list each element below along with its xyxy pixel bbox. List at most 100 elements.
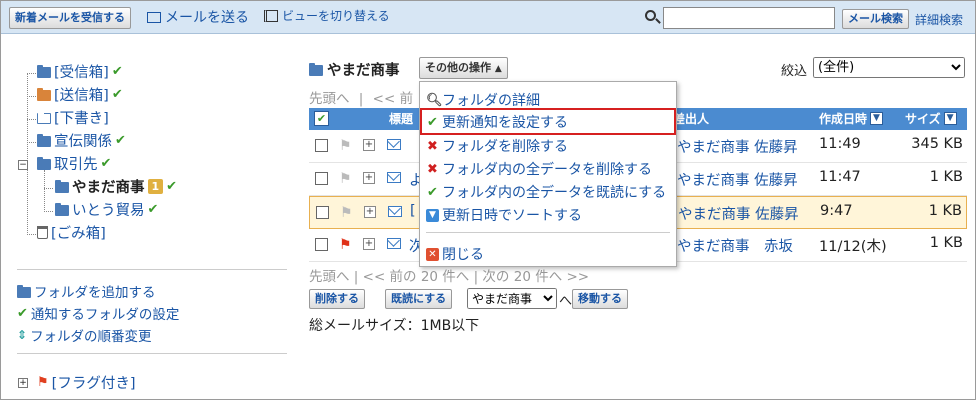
delete-button[interactable]: 削除する <box>309 289 365 309</box>
row-checkbox[interactable] <box>315 172 328 185</box>
folder-label: [受信箱] <box>54 65 109 81</box>
folder-icon <box>17 284 31 298</box>
menu-item-label: フォルダの詳細 <box>442 93 540 109</box>
date-cell: 11:47 <box>819 169 861 185</box>
menu-item-sort-by-date[interactable]: ▼ 更新日時でソートする <box>426 205 582 225</box>
menu-item-folder-details[interactable]: 🔍︎ フォルダの詳細 <box>426 90 540 110</box>
filter-label: 絞込 <box>781 64 808 79</box>
sender-cell[interactable]: やまだ商事 佐藤昇 <box>677 136 798 157</box>
expand-icon[interactable]: + <box>363 139 375 151</box>
folder-label: [送信箱] <box>54 88 109 104</box>
pager-first[interactable]: 先頭へ <box>309 91 350 107</box>
expand-icon[interactable]: + <box>363 238 375 250</box>
envelope-icon <box>387 139 401 150</box>
menu-item-label: 閉じる <box>442 247 484 263</box>
switch-view-link[interactable]: ビューを切り替える <box>264 7 390 24</box>
row-checkbox[interactable] <box>315 238 328 251</box>
sidebar-item-advertising[interactable]: 宣伝関係 ✔ <box>37 130 126 151</box>
size-cell: 1 KB <box>929 169 963 185</box>
menu-item-delete-all[interactable]: ✖ フォルダ内の全データを削除する <box>426 159 652 179</box>
menu-item-update-notify[interactable]: ✔ 更新通知を設定する <box>426 112 568 132</box>
menu-item-label: 更新通知を設定する <box>442 115 568 131</box>
col-sender[interactable]: 差出人 <box>673 110 709 127</box>
sidebar-item-inbox[interactable]: [受信箱] ✔ <box>37 61 123 82</box>
move-button[interactable]: 移動する <box>572 289 628 309</box>
flag-icon[interactable]: ⚑ <box>339 171 353 187</box>
col-subject[interactable]: 標題 <box>389 110 413 127</box>
check-icon: ✔ <box>427 184 438 200</box>
menu-item-mark-all-read[interactable]: ✔ フォルダ内の全データを既読にする <box>426 182 666 202</box>
sidebar-item-sent[interactable]: [送信箱] ✔ <box>37 84 123 105</box>
add-folder-link[interactable]: フォルダを追加する <box>17 281 156 301</box>
expand-toggle[interactable]: + <box>18 378 28 388</box>
check-icon: ✔ <box>111 87 123 102</box>
sidebar-item-yamada[interactable]: やまだ商事 1 ✔ <box>55 176 177 197</box>
close-icon: ✕ <box>426 247 439 261</box>
sidebar-item-drafts[interactable]: [下書き] <box>37 107 109 128</box>
col-size[interactable]: サイズ ▼ <box>905 110 957 127</box>
move-target-select[interactable]: やまだ商事 <box>467 288 557 309</box>
folder-icon <box>309 63 323 76</box>
size-cell: 1 KB <box>928 203 962 219</box>
menu-item-label: フォルダ内の全データを削除する <box>442 162 652 178</box>
menu-item-close[interactable]: ✕ 閉じる <box>426 244 484 264</box>
divider <box>17 269 287 270</box>
envelope-icon <box>147 11 161 23</box>
other-ops-button[interactable]: その他の操作 ▲ <box>419 57 508 79</box>
pager-bottom[interactable]: 先頭へ | << 前の 20 件へ | 次の 20 件へ >> <box>309 265 589 285</box>
advanced-search-link[interactable]: 詳細検索 <box>915 11 963 28</box>
trash-icon <box>37 226 48 239</box>
receive-mail-button[interactable]: 新着メールを受信する <box>9 7 131 29</box>
total-size: 総メールサイズ：1MB以下 <box>309 318 480 334</box>
menu-item-delete-folder[interactable]: ✖ フォルダを削除する <box>426 136 568 156</box>
move-to-label: へ <box>559 294 573 309</box>
flag-icon[interactable]: ⚑ <box>340 205 354 221</box>
menu-item-label: フォルダ内の全データを既読にする <box>442 185 667 201</box>
row-checkbox[interactable] <box>315 139 328 152</box>
collapse-toggle[interactable]: − <box>18 160 28 170</box>
check-icon: ✔ <box>115 133 126 148</box>
send-mail-link[interactable]: メールを送る <box>147 7 249 27</box>
notify-settings-link[interactable]: ✔ 通知するフォルダの設定 <box>17 303 180 324</box>
check-icon: ✔ <box>427 114 438 130</box>
columns-icon <box>264 9 278 22</box>
pager-prev[interactable]: << 前 <box>373 91 413 107</box>
reorder-label: フォルダの順番変更 <box>30 329 152 345</box>
sidebar-item-ito[interactable]: いとう貿易 ✔ <box>55 199 158 220</box>
sidebar-item-trash[interactable]: [ごみ箱] <box>37 222 106 243</box>
page-title: やまだ商事 <box>309 59 400 80</box>
expand-icon[interactable]: + <box>363 172 375 184</box>
select-all-checkbox[interactable]: ✔ <box>314 111 329 126</box>
sidebar-item-clients[interactable]: 取引先 ✔ <box>37 153 111 174</box>
reorder-folders-link[interactable]: ⇕ フォルダの順番変更 <box>17 325 152 345</box>
sender-cell[interactable]: やまだ商事 佐藤昇 <box>677 169 798 190</box>
sidebar-item-flagged[interactable]: ⚑ [フラグ付き] <box>37 372 135 393</box>
search-icon-handle <box>655 18 661 24</box>
mark-read-button[interactable]: 既読にする <box>385 289 453 309</box>
mail-window: 新着メールを受信する メールを送る ビューを切り替える メール検索 詳細検索 [… <box>0 0 976 400</box>
expand-icon[interactable]: + <box>364 206 376 218</box>
envelope-icon <box>387 238 401 249</box>
row-checkbox[interactable] <box>316 206 329 219</box>
triangle-up-icon: ▲ <box>494 64 502 74</box>
folder-label: 宣伝関係 <box>54 134 112 150</box>
filter-select[interactable]: (全件) <box>813 57 965 78</box>
sort-down-icon[interactable]: ▼ <box>943 112 957 125</box>
folder-tree: [受信箱] ✔ [送信箱] ✔ [下書き] 宣伝関係 ✔ − 取引先 ✔ やまだ… <box>1 35 291 399</box>
subject-cell[interactable]: [ <box>410 203 416 219</box>
folder-label: 取引先 <box>54 157 98 173</box>
col-created[interactable]: 作成日時 ▼ <box>819 110 884 127</box>
search-button[interactable]: メール検索 <box>842 9 909 29</box>
sender-cell[interactable]: やまだ商事 赤坂 <box>677 235 793 256</box>
envelope-icon <box>387 172 401 183</box>
menu-separator <box>426 232 670 233</box>
flag-icon[interactable]: ⚑ <box>339 237 353 253</box>
search-input[interactable] <box>663 7 835 29</box>
sort-down-icon[interactable]: ▼ <box>870 112 884 125</box>
updown-arrow-icon: ⇕ <box>17 328 28 342</box>
flag-icon[interactable]: ⚑ <box>339 138 353 154</box>
flagged-label: [フラグ付き] <box>51 376 136 392</box>
notify-settings-label: 通知するフォルダの設定 <box>30 307 180 323</box>
sender-cell[interactable]: やまだ商事 佐藤昇 <box>678 203 799 224</box>
send-mail-label: メールを送る <box>165 10 249 26</box>
